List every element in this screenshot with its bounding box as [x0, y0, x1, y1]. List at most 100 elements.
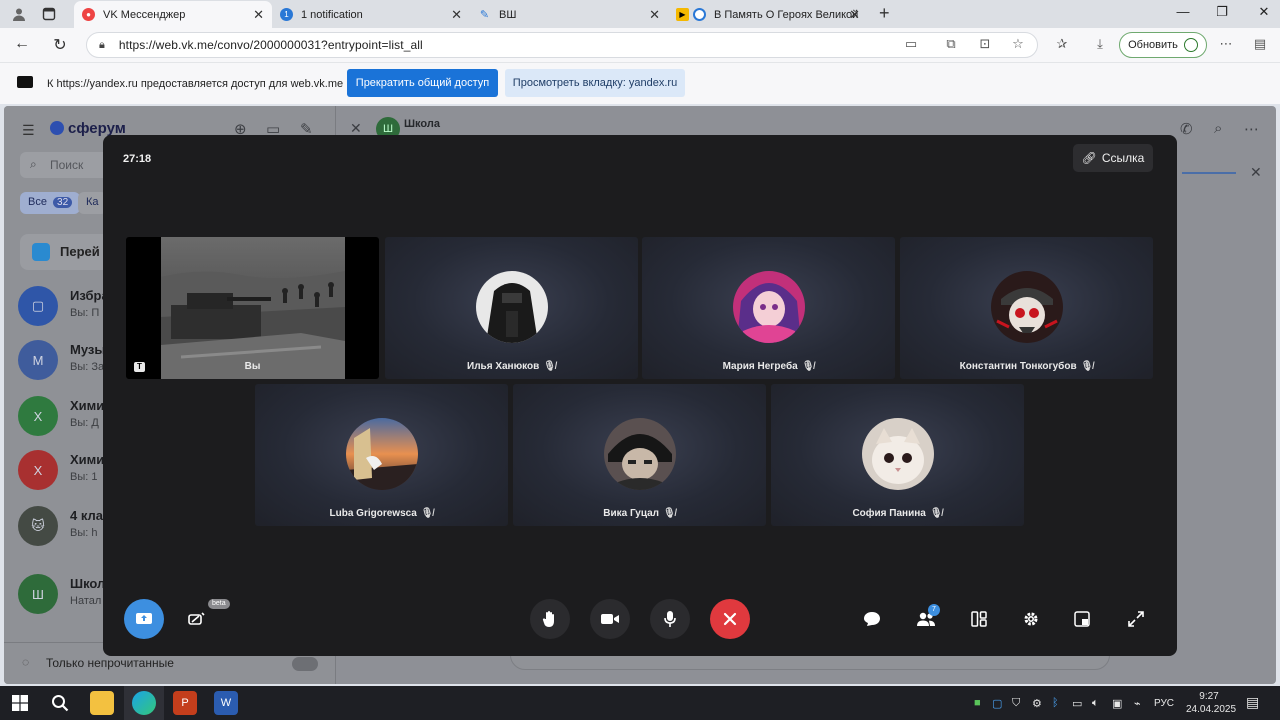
participants-button[interactable]: [906, 599, 946, 639]
close-panel-icon[interactable]: ✕: [1250, 164, 1262, 181]
close-tab-icon[interactable]: ✕: [451, 7, 462, 23]
raise-hand-button[interactable]: [530, 599, 570, 639]
screen-share-icon: [136, 613, 152, 624]
tab-actions-icon[interactable]: [38, 4, 60, 24]
lock-icon: 🔒︎: [99, 38, 105, 51]
mic-off-icon: 🎙︎̸: [420, 508, 434, 519]
close-tab-icon[interactable]: ✕: [253, 7, 264, 23]
search-icon: ⌕: [30, 157, 37, 171]
network-icon[interactable]: ▣: [1112, 697, 1122, 710]
new-tab-icon[interactable]: +: [879, 3, 890, 24]
browser-toolbar: ← ↻ 🔒︎ https://web.vk.me/convo/200000003…: [0, 28, 1280, 62]
address-bar[interactable]: 🔒︎ https://web.vk.me/convo/2000000031?en…: [86, 32, 1038, 58]
more-menu-icon[interactable]: ⋯: [1216, 36, 1236, 52]
camera-button[interactable]: [590, 599, 630, 639]
favorite-star-icon[interactable]: ☆: [1008, 36, 1028, 52]
grid-layout-icon: [971, 611, 987, 627]
site-favicon-icon: [693, 8, 706, 21]
screen-share-button[interactable]: [124, 599, 164, 639]
gear-icon: [1024, 612, 1038, 626]
downloads-icon[interactable]: ⤓: [1090, 36, 1110, 52]
microphone-button[interactable]: [650, 599, 690, 639]
profile-icon[interactable]: [8, 4, 30, 24]
participant-tile-vika[interactable]: Вика Гуцал 🎙︎̸: [513, 384, 766, 526]
nvidia-icon[interactable]: ■: [974, 697, 981, 709]
mic-off-icon: 🎙︎̸: [1080, 361, 1094, 372]
usb-icon[interactable]: ⌁: [1134, 697, 1141, 710]
unread-icon: ◌: [22, 655, 30, 669]
chat-menu-icon[interactable]: ⋯: [1244, 120, 1259, 138]
tab-notification[interactable]: 1 1 notification ✕: [272, 1, 470, 28]
windows-start-icon[interactable]: [8, 691, 32, 715]
volume-icon[interactable]: 🔈︎: [1092, 697, 1099, 710]
video-icon[interactable]: ▭: [901, 36, 921, 52]
tab-vsh[interactable]: ✎ ВШ ✕: [470, 1, 668, 28]
close-window-icon[interactable]: ✕: [1252, 4, 1276, 20]
fullscreen-button[interactable]: [1116, 599, 1156, 639]
chat-button[interactable]: [852, 599, 892, 639]
shield-icon[interactable]: ⛉: [1012, 697, 1020, 710]
settings-button[interactable]: [1011, 599, 1051, 639]
tab-vk-messenger[interactable]: ● VK Мессенджер ✕: [74, 1, 272, 28]
favorites-icon[interactable]: ✰: [1052, 36, 1072, 52]
close-tab-icon[interactable]: ✕: [849, 7, 860, 23]
open-app-icon[interactable]: ⧉: [941, 36, 961, 52]
beta-badge: beta: [208, 599, 230, 609]
participant-tile-luba[interactable]: Luba Grigorewsca 🎙︎̸: [255, 384, 508, 526]
display-icon[interactable]: ▢: [992, 697, 1002, 710]
minimize-icon[interactable]: —: [1171, 4, 1195, 19]
stop-sharing-button[interactable]: Прекратить общий доступ: [347, 69, 498, 97]
mic-off-icon: 🎙︎̸: [929, 508, 943, 519]
participant-avatar: [345, 418, 418, 490]
end-call-button[interactable]: [710, 599, 750, 639]
effects-icon: [188, 612, 205, 625]
clock[interactable]: 9:27 24.04.2025: [1186, 690, 1236, 716]
maximize-icon[interactable]: ❐: [1210, 4, 1234, 20]
tab-heroes-memory[interactable]: ▶ В Память О Героях Великой ✕: [668, 1, 868, 28]
menu-icon[interactable]: ☰: [22, 122, 35, 139]
back-icon[interactable]: ←: [11, 35, 33, 53]
file-explorer-icon[interactable]: [90, 691, 114, 715]
copy-link-button[interactable]: 🔗︎ Ссылка: [1073, 144, 1153, 172]
filter-count-badge: 32: [53, 197, 73, 208]
view-tab-button[interactable]: Просмотреть вкладку: yandex.ru: [505, 69, 685, 97]
powerpoint-icon[interactable]: P: [173, 691, 197, 715]
search-chat-icon[interactable]: ⌕: [1214, 120, 1222, 137]
participant-tile-maria[interactable]: Мария Негреба 🎙︎̸: [642, 237, 895, 379]
mic-off-icon: 🎙︎̸: [543, 361, 556, 372]
reader-icon[interactable]: ⊡: [975, 36, 995, 52]
unread-only-toggle[interactable]: [292, 657, 318, 671]
battery-icon[interactable]: ▭: [1072, 697, 1082, 710]
play-favicon-icon: ▶: [676, 8, 689, 21]
notifications-icon[interactable]: ▤: [1246, 694, 1259, 711]
participant-avatar: [603, 418, 676, 490]
vsh-favicon-icon: ✎: [479, 9, 490, 21]
filter-all-chip[interactable]: Все 32: [20, 192, 81, 214]
participant-avatar: [475, 271, 548, 343]
chat-avatar: Ш: [18, 574, 58, 614]
participant-tile-sofia[interactable]: София Панина 🎙︎̸: [771, 384, 1024, 526]
language-indicator[interactable]: РУС: [1154, 698, 1174, 709]
url-text: https://web.vk.me/convo/2000000031?entry…: [118, 38, 423, 52]
word-icon[interactable]: W: [214, 691, 238, 715]
participant-tile-konstantin[interactable]: Константин Тонкогубов 🎙︎̸: [900, 237, 1153, 379]
participant-tile-ilya[interactable]: Илья Ханюков 🎙︎̸: [385, 237, 638, 379]
edge-browser-icon[interactable]: [132, 691, 156, 715]
participant-tile-self[interactable]: T Вы: [126, 237, 379, 379]
reload-icon[interactable]: ↻: [49, 35, 71, 55]
layout-button[interactable]: [959, 599, 999, 639]
notification-favicon-icon: 1: [280, 8, 293, 21]
phone-icon[interactable]: ✆: [1180, 120, 1193, 138]
search-icon[interactable]: [48, 691, 72, 715]
update-icon: [1183, 38, 1198, 52]
browser-tab-strip: ● VK Мессенджер ✕ 1 1 notification ✕ ✎ В…: [0, 0, 1280, 28]
participant-name: Вы: [244, 361, 261, 372]
fullscreen-icon: [1128, 611, 1144, 627]
tray-app-icon[interactable]: ⚙: [1032, 697, 1042, 710]
update-button[interactable]: Обновить: [1119, 32, 1207, 58]
copilot-icon[interactable]: ▤: [1250, 36, 1270, 52]
close-tab-icon[interactable]: ✕: [649, 7, 660, 23]
progress-line: [1182, 172, 1236, 174]
minimize-call-button[interactable]: [1062, 599, 1102, 639]
bluetooth-icon[interactable]: ᛒ: [1052, 697, 1059, 709]
